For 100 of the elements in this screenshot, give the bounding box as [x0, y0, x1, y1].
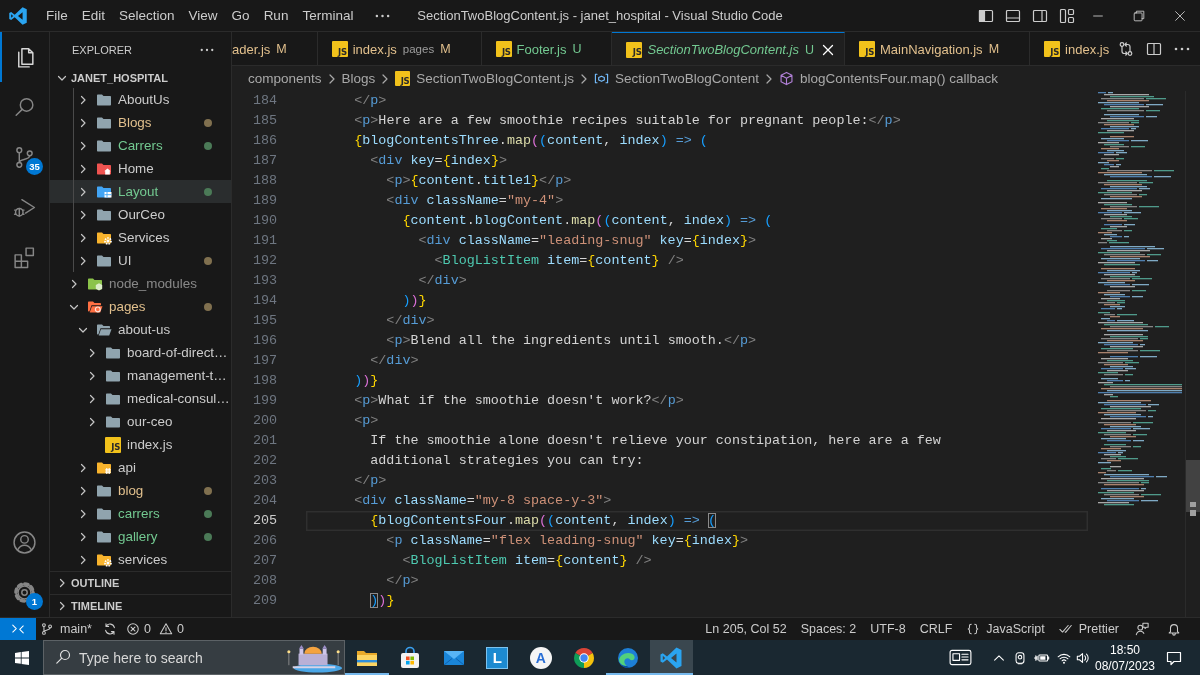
menu-item[interactable]: Go — [224, 8, 257, 23]
more-icon[interactable] — [375, 13, 391, 18]
code-line: <div className="my-8 space-y-3"> — [354, 492, 612, 510]
double-check-icon — [1058, 622, 1073, 636]
restore-icon[interactable] — [1131, 8, 1146, 23]
tree-item[interactable]: medical-consul… — [50, 387, 231, 410]
taskbar-button[interactable]: L — [475, 640, 519, 675]
git-status-letter: U — [572, 42, 582, 56]
taskbar-button[interactable] — [649, 640, 693, 675]
status-item[interactable]: CRLF — [912, 622, 960, 636]
line-number: 189 — [251, 192, 278, 210]
more-icon[interactable] — [200, 48, 214, 52]
breadcrumb-item[interactable]: SectionTwoBlogContent — [593, 71, 759, 86]
menu-item[interactable]: Terminal — [295, 8, 361, 23]
sync-icon[interactable] — [102, 622, 117, 636]
status-item[interactable]: Ln 205, Col 52 — [698, 622, 794, 636]
tree-item[interactable]: Layout — [50, 180, 231, 203]
breadcrumb-item[interactable]: JS SectionTwoBlogContent.js — [395, 71, 574, 86]
line-number: 190 — [251, 212, 278, 230]
account-icon[interactable] — [12, 529, 37, 555]
app-logo-tile: L — [486, 646, 509, 669]
more-icon[interactable] — [1174, 46, 1190, 51]
notification-count: 35 — [26, 158, 43, 175]
error-count[interactable]: 0 — [143, 622, 151, 636]
search-field[interactable]: Type here to search — [43, 640, 345, 675]
compare-changes-icon[interactable] — [1118, 40, 1134, 57]
taskbar-button[interactable]: A — [519, 640, 563, 675]
code-line: </p> — [354, 472, 387, 490]
editor-tab[interactable]: JS index.js pages M — [317, 32, 482, 65]
code-line: {blogContentsThree.map((content, index) => ( — [354, 132, 708, 150]
status-item[interactable]: UTF-8 — [863, 622, 913, 636]
tree-item[interactable]: services — [50, 548, 231, 571]
status-item[interactable]: Spaces: 2 — [793, 622, 864, 636]
code-line: </div> — [370, 352, 419, 370]
folder-section-header[interactable]: JANET_HOSPITAL — [50, 68, 231, 88]
windows-logo-icon[interactable] — [13, 649, 30, 666]
code-line: </div> — [418, 272, 467, 290]
app-logo-circle: A — [529, 646, 552, 669]
code-line: additional strategies you can try: — [370, 452, 644, 470]
speaker-icon[interactable] — [1076, 650, 1090, 665]
person-feedback-icon[interactable] — [1135, 622, 1149, 636]
warning-count[interactable]: 0 — [176, 622, 184, 636]
settings-icon[interactable] — [12, 579, 37, 605]
sidebar-title: EXPLORER — [72, 44, 132, 56]
bell-icon[interactable] — [1167, 622, 1181, 636]
breadcrumb-item[interactable]: blogContentsFour.map() callback — [779, 71, 999, 86]
news-icon[interactable] — [948, 649, 972, 666]
extensions-icon[interactable] — [12, 244, 37, 270]
breadcrumb-item[interactable]: Blogs — [341, 71, 376, 86]
error-icon[interactable] — [125, 622, 140, 636]
tree-item[interactable]: JS index.js — [50, 433, 231, 456]
breadcrumb-item[interactable]: components — [248, 71, 322, 86]
branch-button[interactable]: main* — [36, 622, 99, 636]
editor-tab[interactable]: JS MainNavigation.js M — [845, 32, 1031, 65]
tree-item[interactable]: gallery — [50, 525, 231, 548]
editor-tab[interactable]: ader.js M — [232, 32, 318, 65]
right-sidebar-layout-icon[interactable] — [1032, 7, 1048, 24]
remote-button[interactable] — [0, 618, 36, 640]
section-header[interactable]: OUTLINE — [50, 571, 231, 594]
code-line: ))} — [402, 292, 427, 310]
tree-item[interactable]: node_modules — [50, 272, 231, 295]
tree-item[interactable]: carrers — [50, 502, 231, 525]
clock-time[interactable]: 18:50 — [1110, 641, 1140, 658]
remote-icon — [11, 622, 25, 636]
code-line: <p> — [354, 412, 379, 430]
line-number: 198 — [251, 372, 278, 390]
file-type-icon: JS — [331, 41, 348, 57]
editor-logo-icon[interactable] — [8, 5, 28, 26]
chevron-right-icon — [327, 72, 336, 85]
split-editor-icon[interactable] — [1146, 40, 1162, 57]
camera-icon[interactable] — [1013, 650, 1027, 665]
line-number: 201 — [251, 432, 278, 450]
customize-layout-icon[interactable] — [1059, 7, 1075, 24]
language-mode-button[interactable]: JavaScript — [959, 622, 1052, 636]
speech-bubble-icon[interactable] — [1166, 649, 1182, 666]
tree-item[interactable]: our-ceo — [50, 410, 231, 433]
panel-layout-icon[interactable] — [1005, 7, 1021, 24]
menu-item[interactable]: Run — [256, 8, 296, 23]
menu-item[interactable]: Edit — [74, 8, 113, 23]
menu-item[interactable]: View — [181, 8, 225, 23]
scrollbar-thumb[interactable] — [1186, 460, 1200, 512]
tree-item[interactable]: pages — [50, 295, 231, 318]
tree-item[interactable]: about-us — [50, 318, 231, 341]
code-line: If the smoothie alone doesn't relieve your constipation, here are a few — [370, 432, 941, 450]
tree-item[interactable]: management-t… — [50, 364, 231, 387]
line-number: 188 — [251, 172, 278, 190]
sidebar-layout-icon[interactable] — [978, 7, 994, 24]
code-line: <p>Blend all the ingredients until smooth.</p> — [386, 332, 757, 350]
menu-item[interactable]: File — [39, 8, 75, 23]
tree-item[interactable]: blog — [50, 479, 231, 502]
close-icon[interactable] — [1172, 8, 1187, 23]
editor-tab[interactable]: JS SectionTwoBlogContent.js U — [612, 32, 845, 65]
editor-tab[interactable]: JS index.js — [1030, 32, 1112, 65]
clock-date[interactable]: 08/07/2023 — [1094, 657, 1156, 674]
warning-icon[interactable] — [158, 622, 173, 636]
tree-item[interactable]: api — [50, 456, 231, 479]
formatter-button[interactable]: Prettier — [1051, 622, 1126, 636]
line-number: 209 — [251, 592, 278, 610]
tree-item[interactable]: board-of-direct… — [50, 341, 231, 364]
menu-item[interactable]: Selection — [112, 8, 182, 23]
